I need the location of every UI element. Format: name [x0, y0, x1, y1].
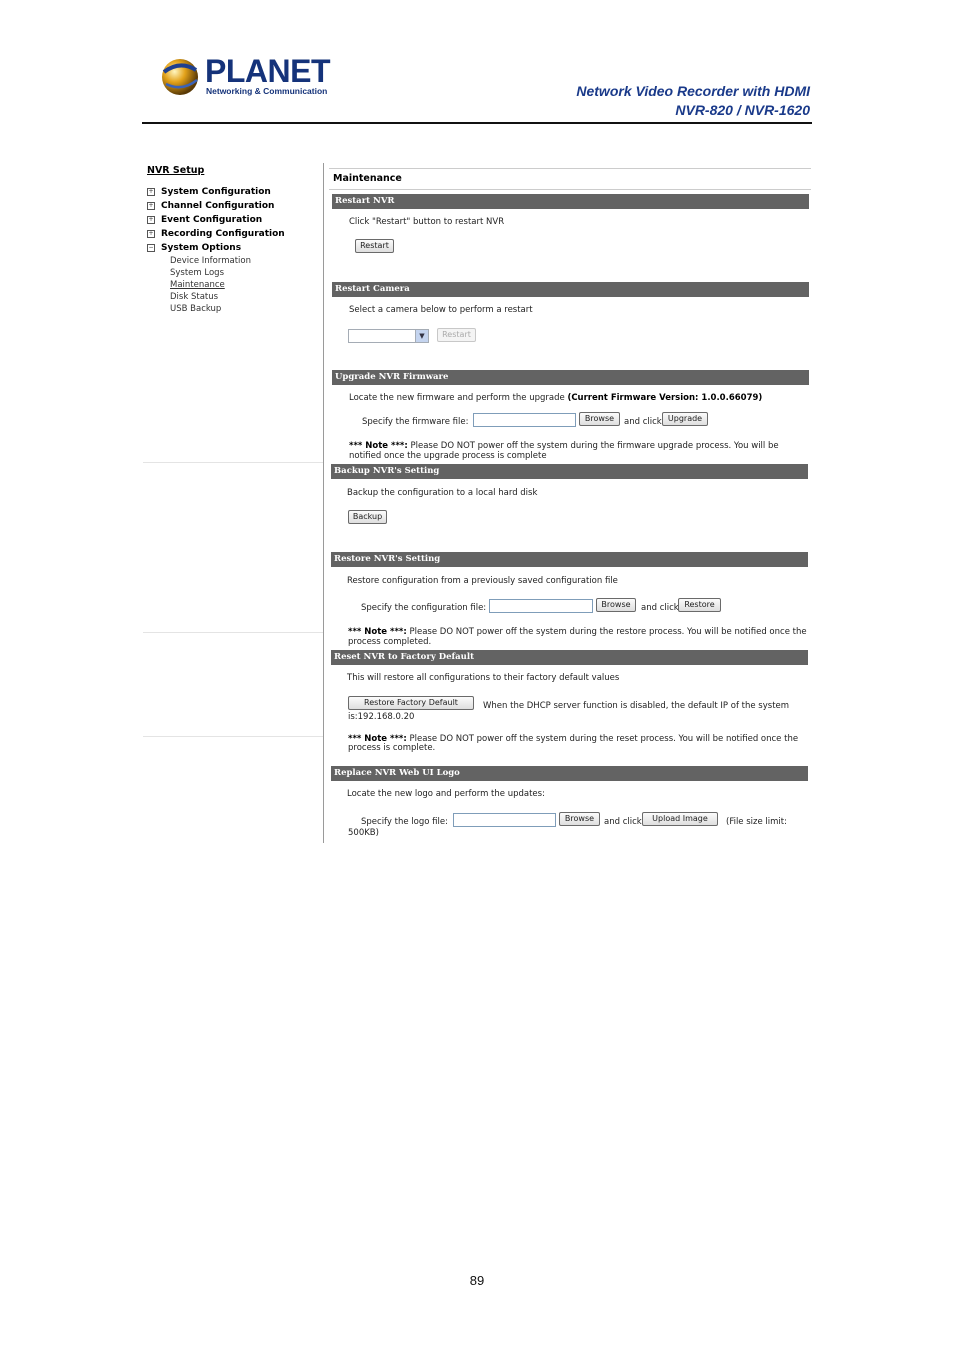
- sidebar-item-label: Channel Configuration: [161, 201, 275, 211]
- sidebar-divider: [143, 632, 323, 633]
- restart-camera-header: Restart Camera: [332, 282, 809, 297]
- factory-description: This will restore all configurations to …: [347, 673, 620, 683]
- document-title-line2: NVR-820 / NVR-1620: [675, 102, 810, 118]
- dhcp-info-line1: When the DHCP server function is disable…: [483, 701, 790, 711]
- upgrade-note-line2: notified once the upgrade process is com…: [349, 451, 547, 461]
- note-text: Please DO NOT power off the system durin…: [410, 441, 779, 451]
- document-title: Network Video Recorder with HDMI NVR-820…: [576, 82, 810, 120]
- planet-logo: PLANET Networking & Communication: [160, 53, 331, 100]
- note-prefix: *** Note ***:: [348, 627, 407, 637]
- restart-camera-button[interactable]: Restart: [437, 328, 476, 342]
- upgrade-description: Locate the new firmware and perform the …: [349, 393, 762, 403]
- backup-header: Backup NVR's Setting: [331, 464, 808, 479]
- camera-select[interactable]: ▼: [348, 329, 429, 343]
- globe-logo-icon: [162, 59, 198, 95]
- restore-header: Restore NVR's Setting: [331, 552, 808, 567]
- restore-note-line1: *** Note ***: Please DO NOT power off th…: [348, 627, 807, 637]
- upgrade-note-line1: *** Note ***: Please DO NOT power off th…: [349, 441, 779, 451]
- replace-logo-header: Replace NVR Web UI Logo: [331, 766, 808, 781]
- upload-image-button[interactable]: Upload Image: [642, 812, 718, 826]
- current-firmware-version: (Current Firmware Version: 1.0.0.66079): [567, 393, 763, 403]
- expand-icon[interactable]: +: [147, 216, 155, 224]
- upgrade-button[interactable]: Upgrade: [662, 412, 708, 426]
- page-number: 89: [469, 1273, 485, 1288]
- logo-description: Locate the new logo and perform the upda…: [347, 789, 545, 799]
- file-size-limit-line2: 500KB): [348, 828, 379, 838]
- logo-browse-button[interactable]: Browse: [559, 812, 600, 826]
- sidebar-subitem-maintenance[interactable]: Maintenance: [170, 279, 322, 291]
- and-click-label: and click: [604, 817, 642, 827]
- sidebar-item-channel-configuration[interactable]: + Channel Configuration: [147, 199, 322, 213]
- sidebar-item-event-configuration[interactable]: + Event Configuration: [147, 213, 322, 227]
- sidebar-title[interactable]: NVR Setup: [147, 165, 322, 176]
- logo-file-label: Specify the logo file:: [361, 817, 448, 827]
- page-title: Maintenance: [333, 173, 402, 184]
- upgrade-description-text: Locate the new firmware and perform the …: [349, 393, 565, 403]
- restore-button[interactable]: Restore: [678, 598, 721, 612]
- factory-default-header: Reset NVR to Factory Default: [331, 650, 808, 665]
- logo-wordmark: PLANET: [205, 53, 331, 89]
- restore-description: Restore configuration from a previously …: [347, 576, 618, 586]
- and-click-label: and click: [624, 417, 662, 427]
- config-file-input[interactable]: [489, 599, 593, 613]
- logo-file-input[interactable]: [453, 813, 556, 827]
- firmware-file-label: Specify the firmware file:: [362, 417, 469, 427]
- chevron-down-icon[interactable]: ▼: [415, 330, 428, 342]
- expand-icon[interactable]: +: [147, 202, 155, 210]
- expand-icon[interactable]: +: [147, 188, 155, 196]
- note-text: Please DO NOT power off the system durin…: [409, 734, 799, 744]
- sidebar-subitem-disk-status[interactable]: Disk Status: [170, 291, 322, 303]
- firmware-file-input[interactable]: [473, 413, 576, 427]
- sidebar-item-recording-configuration[interactable]: + Recording Configuration: [147, 227, 322, 241]
- upgrade-firmware-header: Upgrade NVR Firmware: [332, 370, 809, 385]
- restart-nvr-button[interactable]: Restart: [355, 239, 394, 253]
- sidebar-item-system-options[interactable]: − System Options: [147, 241, 322, 255]
- config-browse-button[interactable]: Browse: [596, 598, 636, 612]
- sidebar-item-label: System Configuration: [161, 187, 271, 197]
- file-size-limit-line1: (File size limit:: [726, 817, 787, 827]
- sidebar-item-label: Event Configuration: [161, 215, 263, 225]
- document-title-line1: Network Video Recorder with HDMI: [576, 83, 810, 99]
- content-divider: [323, 163, 324, 843]
- backup-description: Backup the configuration to a local hard…: [347, 488, 538, 498]
- restore-note-line2: process completed.: [348, 637, 432, 647]
- backup-button[interactable]: Backup: [348, 510, 387, 524]
- sidebar-item-label: System Options: [161, 243, 242, 253]
- expand-icon[interactable]: +: [147, 230, 155, 238]
- note-prefix: *** Note ***:: [349, 441, 408, 451]
- header-divider: [142, 122, 812, 124]
- logo-tagline: Networking & Communication: [206, 86, 328, 96]
- dhcp-info-line2: is:192.168.0.20: [348, 712, 415, 722]
- collapse-icon[interactable]: −: [147, 244, 155, 252]
- firmware-browse-button[interactable]: Browse: [579, 412, 620, 426]
- restart-camera-description: Select a camera below to perform a resta…: [349, 305, 533, 315]
- sidebar-divider: [143, 736, 323, 737]
- note-text: Please DO NOT power off the system durin…: [409, 627, 807, 637]
- sidebar-subitem-system-logs[interactable]: System Logs: [170, 267, 322, 279]
- sidebar-item-system-configuration[interactable]: + System Configuration: [147, 185, 322, 199]
- restore-factory-default-button[interactable]: Restore Factory Default: [348, 696, 474, 710]
- sidebar-subitem-usb-backup[interactable]: USB Backup: [170, 303, 322, 315]
- sidebar-divider: [143, 462, 323, 463]
- factory-note-line2: process is complete.: [348, 743, 436, 753]
- sidebar-subitem-device-information[interactable]: Device Information: [170, 255, 322, 267]
- config-file-label: Specify the configuration file:: [361, 603, 487, 613]
- restart-nvr-header: Restart NVR: [332, 194, 809, 209]
- and-click-label: and click: [641, 603, 679, 613]
- sidebar-item-label: Recording Configuration: [161, 229, 285, 239]
- restart-nvr-description: Click "Restart" button to restart NVR: [349, 217, 505, 227]
- sidebar: NVR Setup + System Configuration + Chann…: [147, 165, 322, 315]
